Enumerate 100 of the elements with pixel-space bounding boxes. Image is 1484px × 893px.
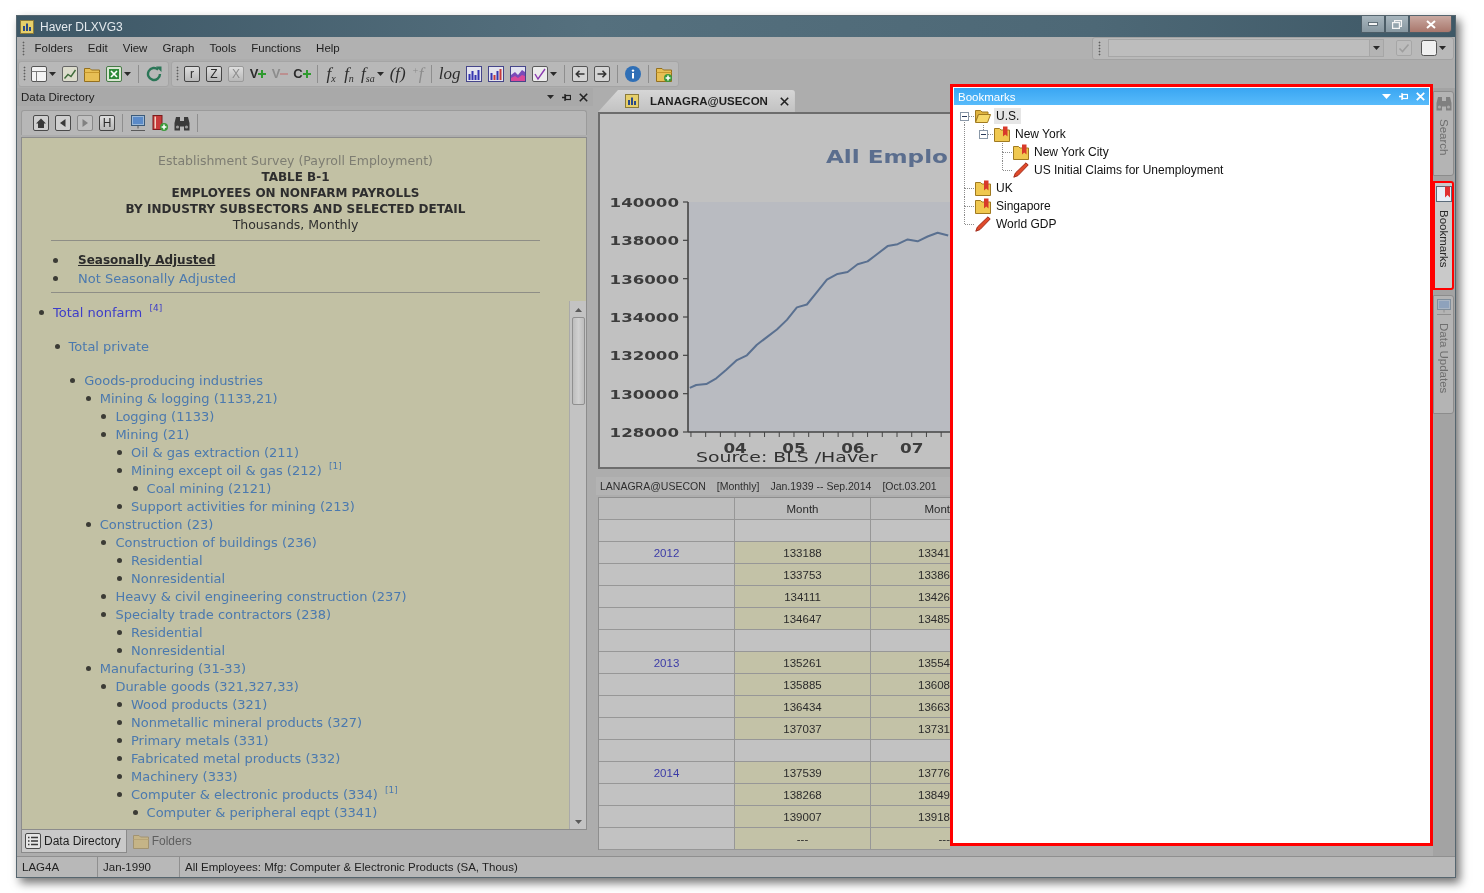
letter-button[interactable]: Z xyxy=(206,65,222,82)
function-button[interactable]: (f) xyxy=(386,62,409,85)
axis-label: 136000 xyxy=(609,271,679,288)
home-button[interactable] xyxy=(30,112,52,134)
close-button[interactable] xyxy=(578,91,589,103)
grip-handle[interactable] xyxy=(23,66,26,81)
series-link[interactable]: Specialty trade contractors (238) xyxy=(115,606,332,622)
series-link[interactable]: Mining & logging (1133,21) xyxy=(99,390,278,406)
home-icon xyxy=(33,115,49,131)
dropdown-button[interactable] xyxy=(546,94,555,100)
collapse-icon[interactable] xyxy=(960,111,969,121)
bullet-icon xyxy=(116,449,122,455)
combo-field[interactable] xyxy=(1108,39,1384,57)
book-add-icon xyxy=(152,115,168,131)
pin-icon xyxy=(1399,92,1408,101)
series-link[interactable]: Residential xyxy=(130,552,203,568)
table-cell: 135261 xyxy=(735,652,871,674)
scrollbar[interactable] xyxy=(569,301,586,829)
menu-item[interactable]: Graph xyxy=(154,39,202,57)
tree-item[interactable]: Singapore xyxy=(994,198,1053,214)
series-link[interactable]: Heavy & civil engineering construction (237) xyxy=(115,588,407,604)
adjustment-link[interactable]: Seasonally Adjusted xyxy=(78,253,216,267)
letter-button[interactable]: H xyxy=(99,115,115,131)
menu-item[interactable]: Functions xyxy=(243,39,309,57)
grip-handle[interactable] xyxy=(176,66,179,81)
tree-item[interactable]: U.S. xyxy=(994,108,1022,124)
bullet-icon xyxy=(85,395,91,401)
close-button[interactable] xyxy=(1409,16,1452,33)
series-link[interactable]: Computer & peripheral eqpt (3341) xyxy=(146,804,378,820)
series-link[interactable]: Machinery (333) xyxy=(130,768,238,784)
adjustment-link[interactable]: Not Seasonally Adjusted xyxy=(78,270,236,286)
series-link[interactable]: Fabricated metal products (332) xyxy=(130,750,341,766)
add-button[interactable]: C xyxy=(291,62,313,85)
tree-item[interactable]: UK xyxy=(994,180,1015,196)
series-link[interactable]: Wood products (321) xyxy=(130,696,268,712)
menu-item[interactable]: Folders xyxy=(27,39,81,57)
tree-item[interactable]: US Initial Claims for Unemployment xyxy=(1032,162,1226,178)
series-link[interactable]: Residential xyxy=(130,624,203,640)
side-tab[interactable]: Bookmarks xyxy=(1433,181,1454,290)
series-link[interactable]: Oil & gas extraction (211) xyxy=(130,444,299,460)
table-cell: 13776 xyxy=(871,762,950,784)
book-add-button[interactable] xyxy=(149,112,171,134)
bullet-icon xyxy=(116,647,122,653)
series-link[interactable]: Support activities for mining (213) xyxy=(130,498,355,514)
menu-item[interactable]: Edit xyxy=(80,39,116,57)
series-link[interactable]: Total private xyxy=(68,338,150,354)
row-header: 2013 xyxy=(599,652,735,674)
table-cell: 139007 xyxy=(735,806,871,828)
table-heading: BY INDUSTRY SUBSECTORS AND SELECTED DETAIL xyxy=(125,201,466,217)
scroll-thumb[interactable] xyxy=(571,317,585,405)
panel-tab[interactable]: Data Directory xyxy=(21,830,127,853)
menu-item[interactable]: Tools xyxy=(201,39,244,57)
series-link[interactable]: Logging (1133) xyxy=(115,408,215,424)
grip-handle[interactable] xyxy=(22,40,25,56)
table-cell: 13426 xyxy=(871,586,950,608)
side-tab[interactable]: Search xyxy=(1433,91,1454,177)
tree-item[interactable]: World GDP xyxy=(994,216,1059,232)
series-link[interactable]: Nonresidential xyxy=(130,570,226,586)
tree-item[interactable]: New York xyxy=(1013,126,1068,142)
pin-button[interactable] xyxy=(561,91,572,103)
function-button[interactable]: log xyxy=(435,62,464,85)
square-button[interactable] xyxy=(1418,37,1449,59)
restore-icon xyxy=(1392,19,1402,29)
series-link[interactable]: Durable goods (321,327,33) xyxy=(115,678,299,694)
panel-tab[interactable]: Folders xyxy=(128,830,198,853)
bullet-icon xyxy=(53,275,58,281)
series-link[interactable]: Computer & electronic products (334) $^{[1]}$ xyxy=(130,786,398,802)
series-link[interactable]: Manufacturing (31-33) xyxy=(99,660,246,676)
minimize-button[interactable] xyxy=(1361,16,1385,33)
series-link[interactable]: Construction of buildings (236) xyxy=(115,534,317,550)
bullet-icon xyxy=(116,701,122,707)
series-link[interactable]: Primary metals (331) xyxy=(130,732,269,748)
series-link[interactable]: Nonresidential xyxy=(130,642,226,658)
add-button[interactable]: V xyxy=(247,62,269,85)
menu-item[interactable]: Help xyxy=(308,39,348,57)
function-button[interactable]: f$_{n}$ xyxy=(340,62,358,85)
series-link[interactable]: Nonmetallic mineral products (327) xyxy=(130,714,363,730)
series-link[interactable]: Mining except oil & gas (212) $^{[1]}$ xyxy=(130,462,342,478)
function-button[interactable]: f$_{x}$ xyxy=(322,62,340,85)
tree-item[interactable]: New York City xyxy=(1032,144,1111,160)
back-button[interactable] xyxy=(52,112,74,134)
restore-button[interactable] xyxy=(1385,16,1409,33)
side-tab[interactable]: Data Updates xyxy=(1433,294,1454,415)
series-link[interactable]: Construction (23) xyxy=(99,516,214,532)
status-cell: Jan-1990 xyxy=(98,857,180,877)
collapse-icon[interactable] xyxy=(979,129,988,139)
bullet-icon xyxy=(85,521,91,527)
table-cell: 13554 xyxy=(871,652,950,674)
series-link[interactable]: Coal mining (2121) xyxy=(146,480,272,496)
function-button[interactable]: f$_{sa}$ xyxy=(358,62,387,85)
bullet-icon xyxy=(116,503,122,509)
series-link[interactable]: Goods-producing industries xyxy=(84,372,263,388)
document-tab[interactable]: LANAGRA@USECON xyxy=(598,90,795,112)
table-cell: 133188 xyxy=(735,542,871,564)
grip-handle[interactable] xyxy=(1098,40,1101,56)
series-link[interactable]: Mining (21) xyxy=(115,426,190,442)
series-link[interactable]: Total nonfarm $^{[4]}$ xyxy=(53,304,163,320)
menu-item[interactable]: View xyxy=(115,39,155,57)
dropdown-button[interactable] xyxy=(1369,40,1383,56)
letter-button[interactable]: r xyxy=(184,65,200,82)
